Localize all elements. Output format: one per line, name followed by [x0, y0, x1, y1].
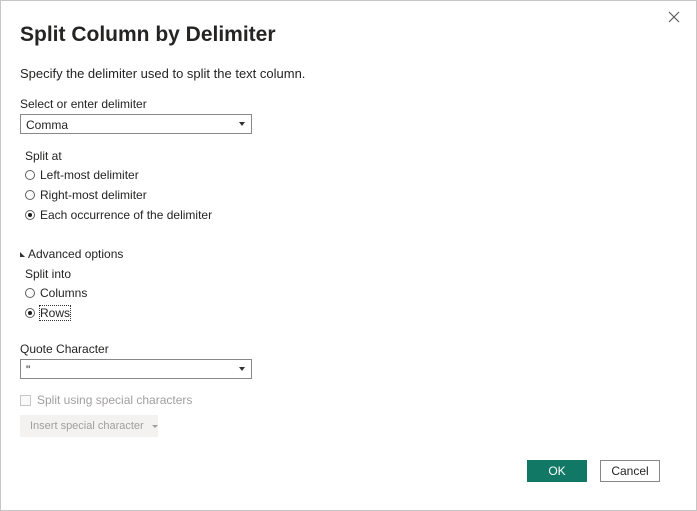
radio-circle: [25, 170, 35, 180]
radio-label: Columns: [40, 286, 88, 300]
delimiter-select[interactable]: Comma: [20, 114, 252, 134]
insert-special-character-button[interactable]: Insert special character: [20, 415, 158, 437]
radio-circle: [25, 308, 35, 318]
insert-special-character-label: Insert special character: [30, 420, 144, 432]
chevron-down-icon: [151, 424, 158, 428]
radio-columns[interactable]: Columns: [25, 285, 87, 301]
dialog-title: Split Column by Delimiter: [20, 23, 276, 46]
radio-label: Rows: [38, 305, 72, 321]
radio-each-occurrence[interactable]: Each occurrence of the delimiter: [25, 207, 212, 223]
radio-label: Left-most delimiter: [40, 168, 139, 182]
ok-button[interactable]: OK: [527, 460, 587, 482]
dialog-description: Specify the delimiter used to split the …: [20, 66, 306, 81]
close-icon: [668, 11, 680, 23]
cancel-button[interactable]: Cancel: [600, 460, 660, 482]
chevron-down-icon: [239, 122, 245, 126]
split-into-label: Split into: [25, 267, 72, 281]
split-at-label: Split at: [25, 149, 62, 163]
split-column-dialog: Split Column by Delimiter Specify the de…: [0, 0, 697, 511]
radio-rows[interactable]: Rows: [25, 305, 72, 321]
special-characters-checkbox-row[interactable]: Split using special characters: [20, 393, 192, 407]
quote-character-value: ": [26, 363, 31, 377]
radio-circle: [25, 288, 35, 298]
quote-character-label: Quote Character: [20, 342, 109, 356]
expand-triangle-icon: [20, 251, 25, 257]
radio-left-most[interactable]: Left-most delimiter: [25, 167, 139, 183]
radio-circle: [25, 210, 35, 220]
radio-label: Each occurrence of the delimiter: [40, 208, 213, 222]
delimiter-select-value: Comma: [26, 118, 69, 132]
special-characters-checkbox[interactable]: [20, 394, 31, 406]
advanced-options-label: Advanced options: [28, 247, 124, 261]
advanced-options-toggle[interactable]: Advanced options: [20, 247, 123, 261]
chevron-down-icon: [239, 367, 245, 371]
close-button[interactable]: [664, 7, 684, 27]
quote-character-select[interactable]: ": [20, 359, 252, 379]
delimiter-label: Select or enter delimiter: [20, 97, 147, 111]
radio-right-most[interactable]: Right-most delimiter: [25, 187, 147, 203]
special-characters-label: Split using special characters: [37, 393, 193, 407]
radio-label: Right-most delimiter: [40, 188, 147, 202]
radio-circle: [25, 190, 35, 200]
